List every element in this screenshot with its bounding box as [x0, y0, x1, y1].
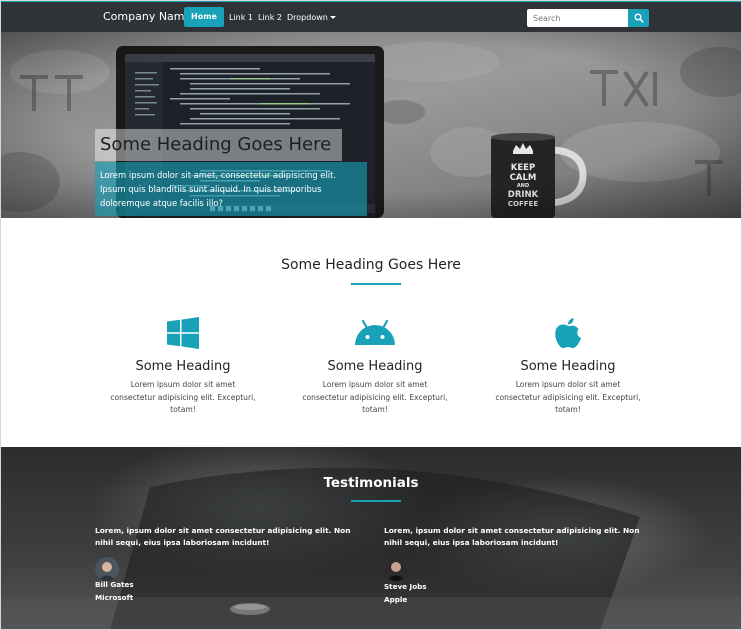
- author-company: Apple: [384, 594, 408, 604]
- nav-link-2[interactable]: Link 2: [258, 13, 282, 22]
- nav-home-link[interactable]: Home: [184, 7, 224, 27]
- nav-dropdown-toggle[interactable]: Dropdown: [287, 13, 336, 22]
- caret-down-icon: [329, 16, 336, 19]
- feature-text: Lorem ipsum dolor sit amet consectetur a…: [302, 380, 448, 414]
- search-button[interactable]: [628, 9, 649, 27]
- apple-icon: [555, 318, 581, 348]
- avatar: [384, 557, 408, 581]
- title-divider: [351, 500, 401, 502]
- testimonials-title: Testimonials: [323, 475, 419, 491]
- testimonial-author: Steve Jobs Apple: [384, 581, 427, 606]
- testimonial-quote: Lorem, ipsum dolor sit amet consectetur …: [95, 526, 351, 547]
- nav-dropdown-label: Dropdown: [287, 13, 328, 22]
- testimonial-quote: Lorem, ipsum dolor sit amet consectetur …: [384, 526, 640, 547]
- feature-text: Lorem ipsum dolor sit amet consectetur a…: [110, 380, 256, 414]
- hero-heading: Some Heading Goes Here: [95, 129, 342, 161]
- brand-link[interactable]: Company Name: [103, 10, 191, 23]
- feature-windows: Some Heading Lorem ipsum dolor sit amet …: [98, 315, 268, 417]
- avatar-photo: [384, 557, 408, 581]
- search-icon: [634, 13, 644, 23]
- search-input[interactable]: [527, 9, 628, 27]
- feature-text: Lorem ipsum dolor sit amet consectetur a…: [495, 380, 641, 414]
- feature-heading: Some Heading: [520, 359, 616, 374]
- author-name: Steve Jobs: [384, 582, 427, 591]
- feature-heading: Some Heading: [327, 359, 423, 374]
- feature-heading: Some Heading: [135, 359, 231, 374]
- nav-link-1[interactable]: Link 1: [229, 13, 253, 22]
- features-title: Some Heading Goes Here: [281, 257, 461, 273]
- author-company: Microsoft: [95, 592, 134, 602]
- testimonial-author: Bill Gates Microsoft: [95, 579, 134, 604]
- feature-android: Some Heading Lorem ipsum dolor sit amet …: [290, 315, 460, 417]
- hero-text: Lorem ipsum dolor sit amet, consectetur …: [95, 162, 367, 216]
- testimonials-section: Testimonials Lorem, ipsum dolor sit amet…: [0, 447, 742, 630]
- hero-section: KEEP CALM AND DRINK COFFEE Some Heading …: [0, 32, 742, 218]
- title-divider: [351, 283, 401, 285]
- avatar: [95, 557, 119, 581]
- navbar: Company Name Home Link 1 Link 2 Dropdown: [0, 0, 742, 32]
- feature-apple: Some Heading Lorem ipsum dolor sit amet …: [483, 315, 653, 417]
- avatar-photo: [95, 557, 119, 581]
- android-icon: [355, 319, 395, 345]
- author-name: Bill Gates: [95, 580, 134, 589]
- windows-icon: [167, 317, 199, 349]
